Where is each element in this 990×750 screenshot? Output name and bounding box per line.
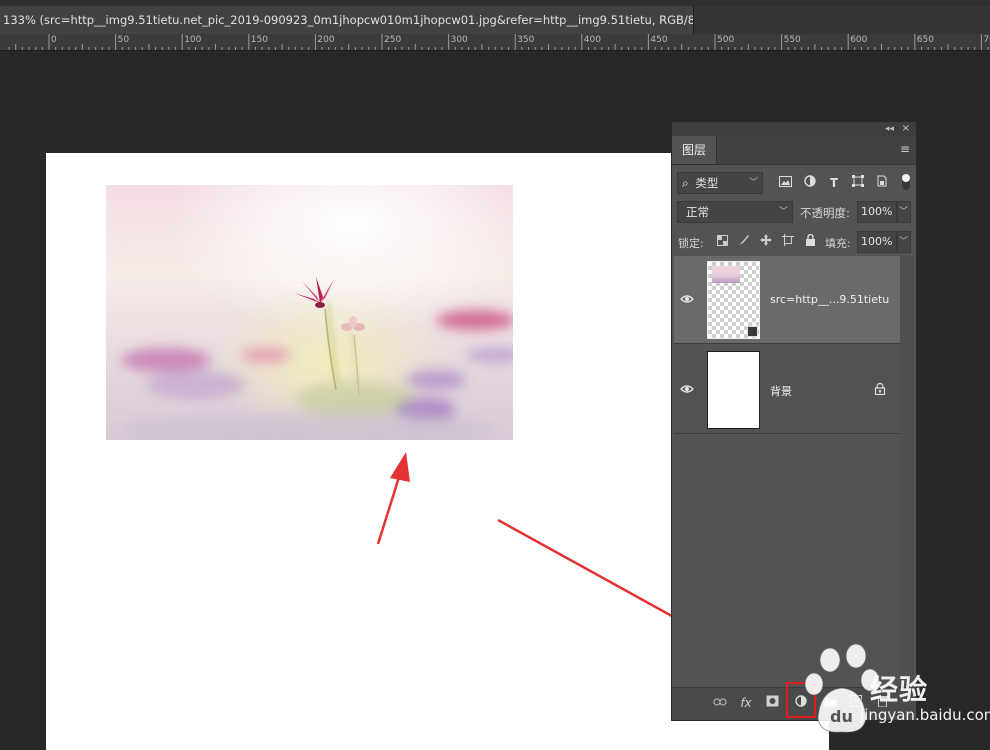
watermark-url: jingyan.baidu.com [860,706,990,724]
layer-row-smart-object[interactable]: src=http__...9.51tietu [674,256,900,344]
watermark-brand: 经验 [870,673,929,706]
document-tab[interactable]: 133% (src=http__img9.51tietu.net_pic_201… [0,6,694,34]
shape-filter-icon[interactable] [850,175,866,191]
layer-thumbnail[interactable] [707,351,760,429]
layers-scrollbar[interactable] [900,256,914,696]
filter-row: ⌕ 类型 ﹀ T [672,168,916,196]
mask-icon[interactable] [764,695,780,711]
collapse-icon[interactable]: ◂◂ [885,122,894,136]
lock-all-icon[interactable] [802,233,818,250]
tab-layers[interactable]: 图层 [672,136,717,164]
filter-kind-select[interactable]: ⌕ 类型 ﹀ [677,172,763,194]
blend-row: 正常 ﹀ 不透明度: 100% ﹀ [672,196,916,224]
lock-row: 锁定: 填充: 100% ﹀ [672,226,916,254]
chevron-down-icon: ﹀ [898,207,908,217]
fill-input[interactable]: 100% [857,231,897,253]
ruler-label: 150 [250,35,268,45]
layer-name[interactable]: src=http__...9.51tietu [770,293,889,306]
opacity-dropdown[interactable]: ﹀ [897,201,911,223]
panel-tab-row: 图层 ≡ [672,136,916,165]
fill-dropdown[interactable]: ﹀ [897,231,911,253]
ruler-label: 650 [916,35,934,45]
eye-visibility-icon[interactable] [680,382,694,396]
filter-kind-value: 类型 [695,176,719,190]
opacity-input[interactable]: 100% [857,201,897,223]
blend-mode-value: 正常 [686,205,709,219]
smart-object-badge-icon [747,326,758,337]
horizontal-ruler[interactable]: 0 50 100 150 200 250 300 350 400 450 500 550 600 650 7… [0,34,990,51]
ruler-label: 550 [783,35,801,45]
type-filter-icon[interactable]: T [826,175,842,191]
flower-photo [106,185,513,440]
ruler-label: 350 [517,35,535,45]
eye-visibility-icon[interactable] [680,292,694,306]
layers-list: src=http__...9.51tietu 背景 [672,256,916,688]
ruler-label: 400 [583,35,601,45]
chevron-down-icon: ﹀ [748,178,758,188]
adjustment-icon-highlight [786,682,816,718]
ruler-label: 200 [317,35,335,45]
close-icon[interactable]: × [902,122,910,136]
ruler-ticks [8,34,989,50]
ruler-label: 700 [983,35,990,45]
ruler-label: 100 [184,35,202,45]
blend-mode-select[interactable]: 正常 ﹀ [677,201,793,223]
filter-toggle-switch[interactable] [902,174,910,190]
group-icon[interactable] [822,695,838,711]
lock-pixels-icon[interactable] [736,234,752,250]
search-icon: ⌕ [682,176,689,190]
opacity-label: 不透明度: [800,206,850,220]
fx-icon[interactable]: fx [738,695,754,711]
lock-transparent-icon[interactable] [714,234,730,250]
ruler-label: 600 [850,35,868,45]
adjustment-filter-icon[interactable] [802,175,818,191]
ruler-label: 250 [384,35,402,45]
panel-title-bar[interactable]: ◂◂ × [672,122,916,136]
fill-label: 填充: [825,237,851,250]
layer-row-background[interactable]: 背景 [674,346,900,434]
smart-object-filter-icon[interactable] [874,175,890,191]
ruler-label: 50 [117,35,130,45]
document-tab-title: 133% (src=http__img9.51tietu.net_pic_201… [3,13,694,27]
link-icon[interactable] [712,695,728,711]
hamburger-menu-icon[interactable]: ≡ [900,142,910,156]
lock-artboard-icon[interactable] [780,234,796,250]
lock-label: 锁定: [678,237,704,250]
tab-bar-empty [694,6,990,34]
layers-panel: ◂◂ × 图层 ≡ ⌕ 类型 ﹀ T 正常 ﹀ 不透明度: 100% ﹀ 锁定:… [671,121,917,721]
chevron-down-icon: ﹀ [898,237,908,247]
ruler-label: 450 [650,35,668,45]
ruler-label: 500 [717,35,735,45]
ruler-label: 0 [51,35,57,45]
lock-icon[interactable] [874,383,886,395]
ruler-label: 300 [450,35,468,45]
lock-position-icon[interactable] [758,234,774,250]
thumbnail-image [712,266,740,283]
chevron-down-icon: ﹀ [778,207,788,217]
layer-name[interactable]: 背景 [770,383,792,399]
layer-thumbnail[interactable] [707,261,760,339]
image-filter-icon[interactable] [777,175,793,191]
